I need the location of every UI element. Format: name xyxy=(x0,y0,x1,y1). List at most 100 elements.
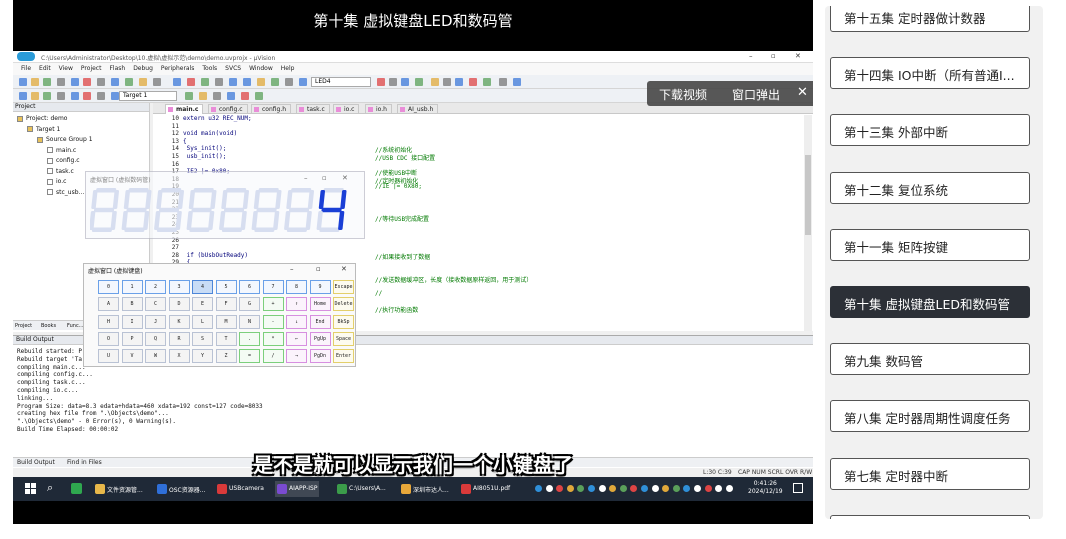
virtual-key[interactable]: 2 xyxy=(145,280,166,294)
toolbar-button-icon[interactable] xyxy=(213,92,221,100)
toolbar-button-icon[interactable] xyxy=(271,78,279,86)
toolbar-button-icon[interactable] xyxy=(19,78,27,86)
virtual-key[interactable]: ← xyxy=(286,331,307,346)
virtual-key[interactable]: Z xyxy=(215,349,237,364)
editor-tab[interactable]: io.c xyxy=(333,104,360,114)
toolbar-button-icon[interactable] xyxy=(431,78,439,86)
playlist-episode[interactable]: 第十三集 外部中断 xyxy=(830,114,1030,147)
editor-tab[interactable]: config.c xyxy=(208,104,248,114)
toolbar-button-icon[interactable] xyxy=(71,78,79,86)
taskbar-item[interactable]: 深圳市达人... xyxy=(399,481,451,497)
virtual-key[interactable]: 5 xyxy=(215,280,237,294)
virtual-key[interactable]: T xyxy=(215,331,237,346)
virtual-key[interactable]: 0 xyxy=(98,280,119,294)
virtual-key[interactable]: * xyxy=(262,331,284,346)
taskbar-item[interactable]: AIAPP-ISP xyxy=(275,481,320,497)
toolbar-button-icon[interactable] xyxy=(199,92,207,100)
virtual-key[interactable]: N xyxy=(239,314,260,329)
virtual-key[interactable]: S xyxy=(192,331,213,346)
virtual-key[interactable]: I xyxy=(121,314,143,329)
playlist-episode[interactable]: 第十二集 复位系统 xyxy=(830,171,1030,204)
virtual-key[interactable]: O xyxy=(98,331,119,346)
editor-tab[interactable]: main.c xyxy=(165,104,204,114)
menu-item-window[interactable]: Window xyxy=(249,65,273,72)
virtual-key[interactable]: U xyxy=(98,349,119,364)
project-pane-tab[interactable]: Func... xyxy=(67,323,83,329)
toolbar-button-icon[interactable] xyxy=(401,78,409,86)
virtual-key[interactable]: R xyxy=(168,331,190,346)
toolbar-button-icon[interactable] xyxy=(187,78,195,86)
toolbar-button-icon[interactable] xyxy=(185,92,193,100)
taskbar-item[interactable]: 文件资源管... xyxy=(93,481,145,497)
toolbar-button-icon[interactable] xyxy=(415,78,423,86)
toolbar-button-icon[interactable] xyxy=(241,92,249,100)
virtual-key[interactable]: Home xyxy=(309,297,331,312)
menu-item-file[interactable]: File xyxy=(21,65,31,72)
virtual-key[interactable]: Delete xyxy=(333,297,354,312)
virtual-key[interactable]: L xyxy=(192,314,213,329)
editor-tab[interactable]: config.h xyxy=(251,104,292,114)
virtual-key[interactable]: M xyxy=(215,314,237,329)
virtual-key[interactable]: Space xyxy=(333,331,354,346)
project-tree-item[interactable]: Source Group 1 xyxy=(37,136,93,143)
toolbar-button-icon[interactable] xyxy=(97,78,105,86)
virtual-key[interactable]: → xyxy=(286,349,307,364)
toolbar-button-icon[interactable] xyxy=(215,78,223,86)
menu-item-flash[interactable]: Flash xyxy=(109,65,125,72)
toolbar-button-icon[interactable] xyxy=(43,78,51,86)
project-tree-item[interactable]: stc_usb... xyxy=(47,189,84,196)
menu-item-tools[interactable]: Tools xyxy=(202,65,217,72)
toolbar-button-icon[interactable] xyxy=(255,92,263,100)
playlist-episode[interactable]: 第十五集 定时器做计数器 xyxy=(830,6,1030,32)
toolbar-button-icon[interactable] xyxy=(229,78,237,86)
toolbar-button-icon[interactable] xyxy=(443,78,451,86)
playlist-episode-partial[interactable] xyxy=(830,514,1030,519)
project-tree-item[interactable]: Target 1 xyxy=(27,126,60,133)
virtual-key[interactable]: Y xyxy=(192,349,213,364)
toolbar-button-icon[interactable] xyxy=(227,92,235,100)
toolbar-button-icon[interactable] xyxy=(83,92,91,100)
taskbar-item[interactable]: USBcamera xyxy=(215,481,266,497)
virtual-key[interactable]: 9 xyxy=(309,280,331,294)
toolbar-button-icon[interactable] xyxy=(299,78,307,86)
virtual-key[interactable]: PgDn xyxy=(309,349,331,364)
virtual-key[interactable]: - xyxy=(262,314,284,329)
virtual-key[interactable]: P xyxy=(121,331,143,346)
overlay-close-button[interactable]: ✕ xyxy=(797,85,808,100)
toolbar-button-icon[interactable] xyxy=(57,78,65,86)
virtual-key[interactable]: ↑ xyxy=(286,297,307,312)
toolbar-button-icon[interactable] xyxy=(499,78,507,86)
virtual-key[interactable]: 3 xyxy=(168,280,190,294)
toolbar-button-icon[interactable] xyxy=(31,92,39,100)
virtual-key[interactable]: 1 xyxy=(121,280,143,294)
virtual-key[interactable]: D xyxy=(168,297,190,312)
virtual-key[interactable]: + xyxy=(262,297,284,312)
menu-item-view[interactable]: View xyxy=(59,65,73,72)
virtual-key[interactable]: G xyxy=(239,297,260,312)
toolbar-button-icon[interactable] xyxy=(139,78,147,86)
video-player[interactable]: 第十集 虚拟键盘LED和数码管 C:\Users\Administrator\D… xyxy=(13,0,813,524)
toolbar-button-icon[interactable] xyxy=(83,78,91,86)
taskbar-item[interactable]: C:\Users\A... xyxy=(335,481,388,497)
virtual-key[interactable]: BkSp xyxy=(333,314,354,329)
project-pane-tab[interactable]: Project xyxy=(15,323,32,329)
playlist-episode[interactable]: 第十一集 矩阵按键 xyxy=(830,228,1030,261)
taskbar-item[interactable]: OSC资源器... xyxy=(155,481,207,497)
toolbar-button-icon[interactable] xyxy=(97,92,105,100)
toolbar-button-icon[interactable] xyxy=(153,78,161,86)
download-video-button[interactable]: 下载视频 xyxy=(659,86,707,103)
toolbar-button-icon[interactable] xyxy=(389,78,397,86)
virtual-key[interactable]: E xyxy=(192,297,213,312)
toolbar-button-icon[interactable] xyxy=(469,78,477,86)
toolbar-button-icon[interactable] xyxy=(71,92,79,100)
toolbar-button-icon[interactable] xyxy=(111,92,119,100)
toolbar-button-icon[interactable] xyxy=(173,78,181,86)
virtual-key[interactable]: 8 xyxy=(286,280,307,294)
project-tree-item[interactable]: main.c xyxy=(47,147,76,154)
virtual-key[interactable]: Enter xyxy=(333,349,354,364)
project-tree-item[interactable]: io.c xyxy=(47,178,66,185)
virtual-key[interactable]: J xyxy=(145,314,166,329)
virtual-key[interactable]: B xyxy=(121,297,143,312)
toolbar-button-icon[interactable] xyxy=(31,78,39,86)
virtual-key[interactable]: PgUp xyxy=(309,331,331,346)
